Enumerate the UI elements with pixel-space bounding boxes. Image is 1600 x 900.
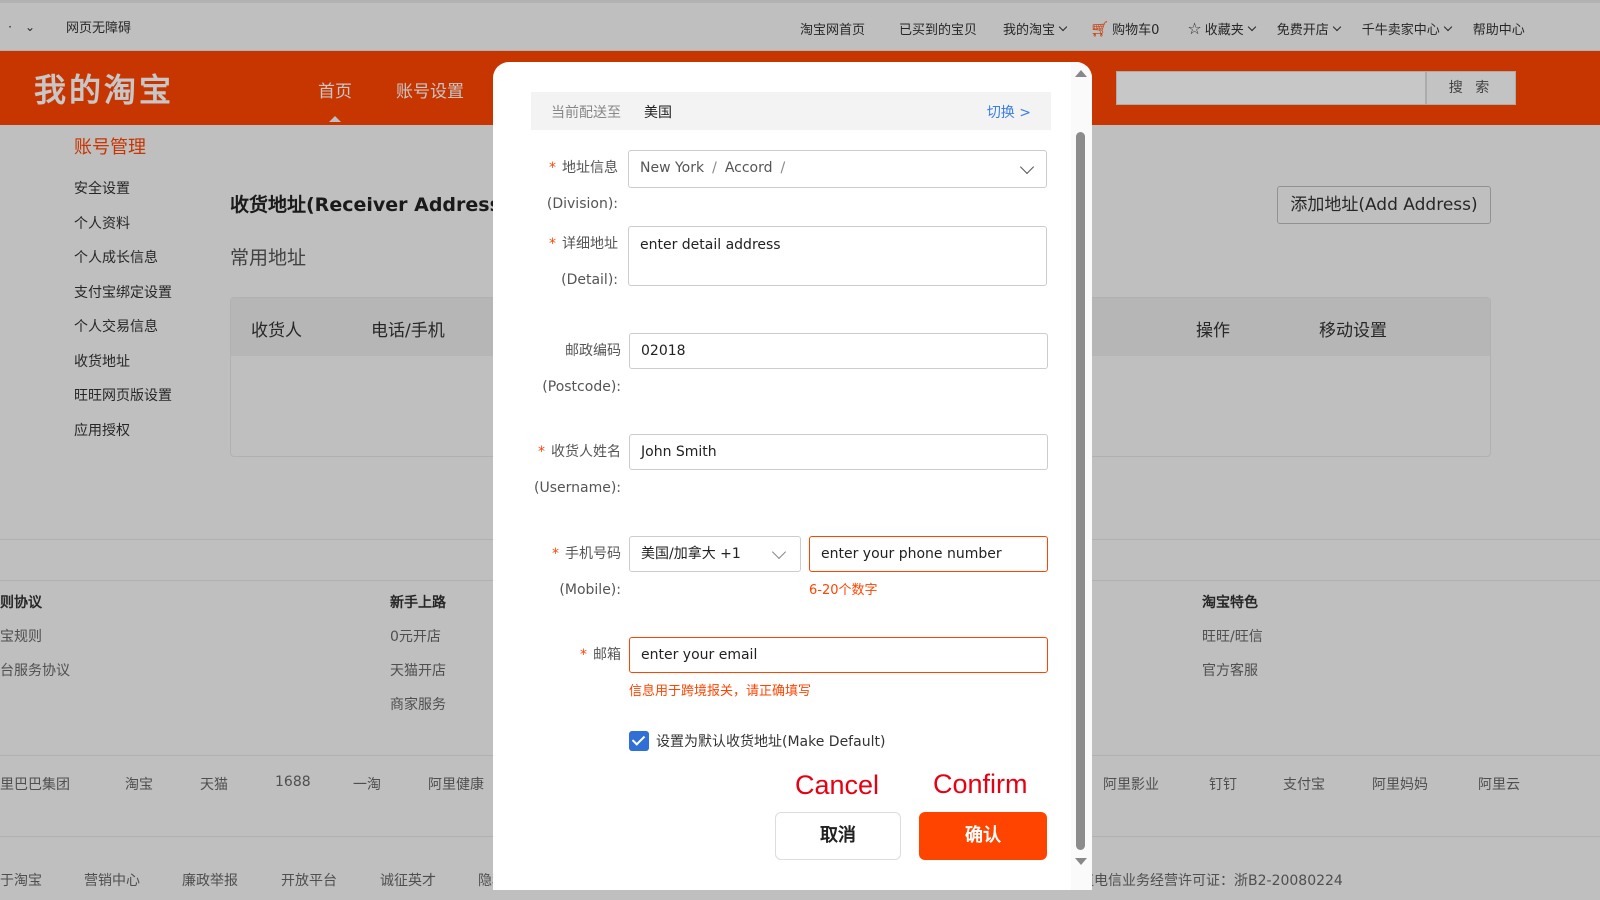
phone-error-message: 6-20个数字 xyxy=(809,583,878,598)
scroll-up-arrow-icon[interactable] xyxy=(1075,70,1087,77)
ship-label: 当前配送至 xyxy=(551,105,621,121)
username-label-en: (Username): xyxy=(533,480,621,496)
detail-label: * 详细地址 xyxy=(549,236,618,252)
ship-country: 美国 xyxy=(644,105,672,121)
detail-label-en: (Detail): xyxy=(561,272,618,288)
mobile-label-en: (Mobile): xyxy=(559,582,621,598)
confirm-annotation: Confirm xyxy=(933,769,1028,799)
username-label: * 收货人姓名 xyxy=(538,444,621,460)
chevron-down-icon xyxy=(1019,159,1035,175)
division-select[interactable]: New York / Accord / xyxy=(628,150,1047,188)
detail-address-textarea[interactable]: enter detail address xyxy=(628,226,1047,286)
shipping-destination-bar: 当前配送至 美国 切换 > xyxy=(531,92,1051,130)
cancel-button[interactable]: 取消 xyxy=(775,812,901,860)
switch-country-link[interactable]: 切换 > xyxy=(987,102,1031,122)
country-code-select[interactable]: 美国/加拿大 +1 xyxy=(629,536,801,572)
postcode-label-en: (Postcode): xyxy=(542,379,621,395)
email-error-message: 信息用于跨境报关，请正确填写 xyxy=(629,684,812,699)
username-input[interactable]: John Smith xyxy=(629,434,1048,470)
cancel-annotation: Cancel xyxy=(795,770,880,800)
chevron-down-icon xyxy=(771,544,787,560)
make-default-checkbox[interactable] xyxy=(629,731,649,751)
division-label-en: (Division): xyxy=(546,196,618,212)
mobile-label: * 手机号码 xyxy=(552,546,621,562)
postcode-label: 邮政编码 xyxy=(565,343,621,359)
email-label: * 邮箱 xyxy=(580,647,621,663)
add-address-dialog: 当前配送至 美国 切换 > * 地址信息 (Division): New York… xyxy=(493,62,1092,890)
scrollbar-thumb[interactable] xyxy=(1076,132,1085,850)
confirm-button[interactable]: 确认 xyxy=(919,812,1047,860)
scroll-down-arrow-icon[interactable] xyxy=(1075,858,1087,865)
postcode-input[interactable]: 02018 xyxy=(629,333,1048,369)
scrollbar[interactable] xyxy=(1071,62,1092,890)
make-default-label[interactable]: 设置为默认收货地址(Make Default) xyxy=(656,731,885,751)
phone-input[interactable]: enter your phone number xyxy=(809,536,1048,572)
email-input[interactable]: enter your email xyxy=(629,637,1048,673)
division-label: * 地址信息 xyxy=(549,160,618,176)
